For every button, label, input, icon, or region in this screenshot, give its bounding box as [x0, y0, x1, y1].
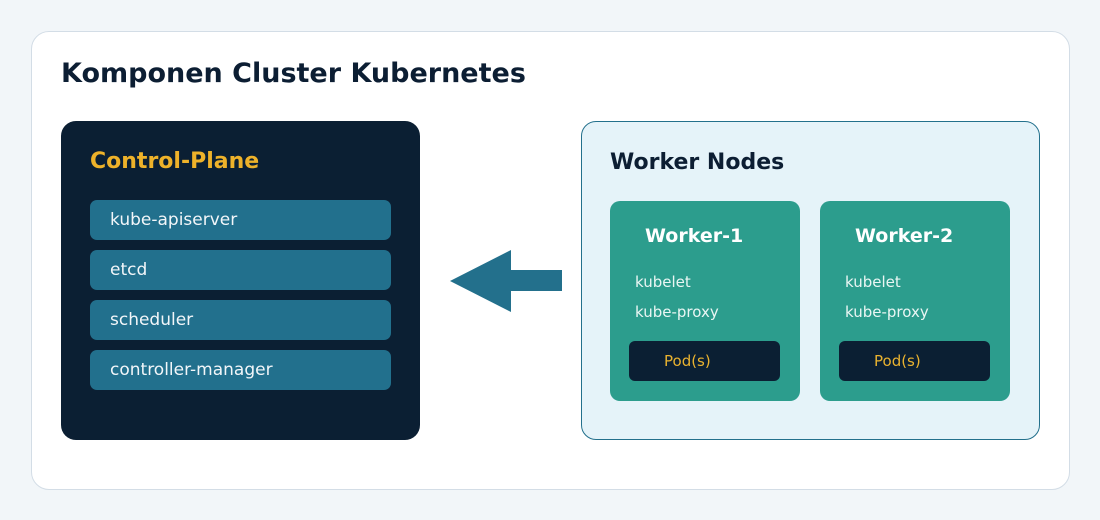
pods-box: Pod(s) [839, 341, 990, 381]
component-scheduler: scheduler [90, 300, 391, 340]
worker-node-1: Worker-1 kubelet kube-proxy Pod(s) [610, 201, 800, 401]
worker-component-kubelet: kubelet [845, 273, 901, 291]
control-plane-panel: Control-Plane kube-apiserver etcd schedu… [61, 121, 420, 440]
worker-name: Worker-2 [855, 225, 954, 247]
worker-component-kubelet: kubelet [635, 273, 691, 291]
component-kube-apiserver: kube-apiserver [90, 200, 391, 240]
worker-node-2: Worker-2 kubelet kube-proxy Pod(s) [820, 201, 1010, 401]
control-plane-title: Control-Plane [90, 149, 260, 174]
diagram-title: Komponen Cluster Kubernetes [61, 58, 526, 89]
worker-nodes-panel: Worker Nodes Worker-1 kubelet kube-proxy… [581, 121, 1040, 440]
arrow-left-icon [450, 250, 562, 312]
pods-box: Pod(s) [629, 341, 780, 381]
worker-component-kube-proxy: kube-proxy [635, 303, 719, 321]
worker-nodes-title: Worker Nodes [610, 150, 785, 175]
component-etcd: etcd [90, 250, 391, 290]
worker-name: Worker-1 [645, 225, 744, 247]
component-controller-manager: controller-manager [90, 350, 391, 390]
worker-component-kube-proxy: kube-proxy [845, 303, 929, 321]
